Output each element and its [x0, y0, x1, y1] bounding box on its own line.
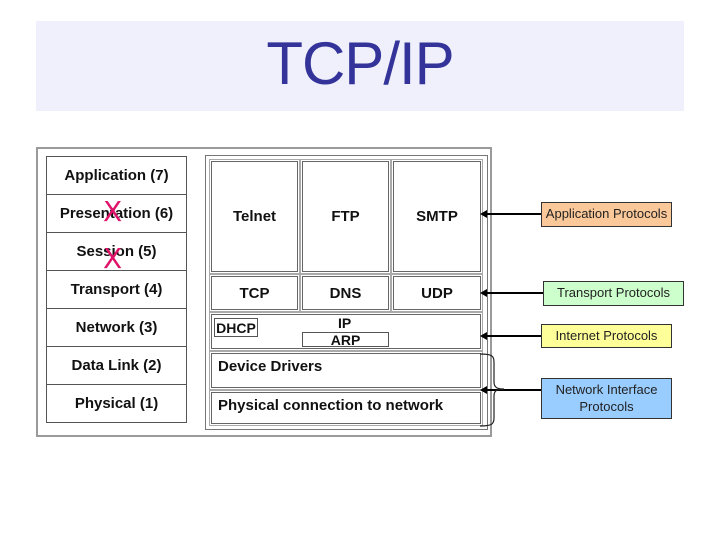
brace-icon — [479, 353, 505, 427]
osi-layer-label: Data Link (2) — [71, 357, 162, 374]
transport-protocol-tcp: TCP — [209, 274, 300, 312]
osi-layer-network: Network (3) — [46, 308, 187, 347]
osi-layer-data-link: Data Link (2) — [46, 346, 187, 385]
internet-protocol-dhcp: DHCP — [214, 318, 258, 337]
osi-layer-label: Network (3) — [75, 319, 158, 336]
excluded-x-icon: X — [103, 242, 123, 275]
osi-model-column: Application (7) Presentation (6) X Sessi… — [46, 156, 187, 423]
slide-title: TCP/IP — [266, 30, 454, 97]
arrow-application — [486, 213, 542, 215]
label-transport-protocols: Transport Protocols — [543, 281, 684, 306]
transport-protocol-dns: DNS — [300, 274, 391, 312]
osi-layer-presentation: Presentation (6) X — [46, 194, 187, 233]
osi-layer-label: Physical (1) — [74, 395, 159, 412]
app-protocol-smtp: SMTP — [391, 159, 483, 274]
osi-layer-label: Transport (4) — [70, 281, 163, 298]
transport-protocol-udp: UDP — [391, 274, 483, 312]
arrow-transport — [486, 292, 543, 294]
physical-connection-box: Physical connection to network — [209, 390, 483, 426]
osi-layer-label: Application (7) — [64, 167, 169, 184]
internet-protocol-arp: ARP — [302, 332, 389, 347]
label-internet-protocols: Internet Protocols — [541, 324, 672, 348]
device-drivers-box: Device Drivers — [209, 351, 483, 390]
internet-protocol-ip: IP — [338, 315, 352, 331]
title-banner: TCP/IP — [36, 21, 684, 111]
label-network-interface-protocols: Network Interface Protocols — [541, 378, 672, 419]
osi-layer-session: Session (5) X — [46, 232, 187, 275]
app-protocol-ftp: FTP — [300, 159, 391, 274]
osi-layer-application: Application (7) — [46, 156, 187, 195]
osi-layer-transport: Transport (4) — [46, 270, 187, 309]
app-protocol-telnet: Telnet — [209, 159, 300, 274]
excluded-x-icon: X — [103, 195, 123, 228]
osi-layer-physical: Physical (1) — [46, 384, 187, 423]
label-application-protocols: Application Protocols — [541, 202, 672, 227]
arrow-internet — [486, 335, 541, 337]
